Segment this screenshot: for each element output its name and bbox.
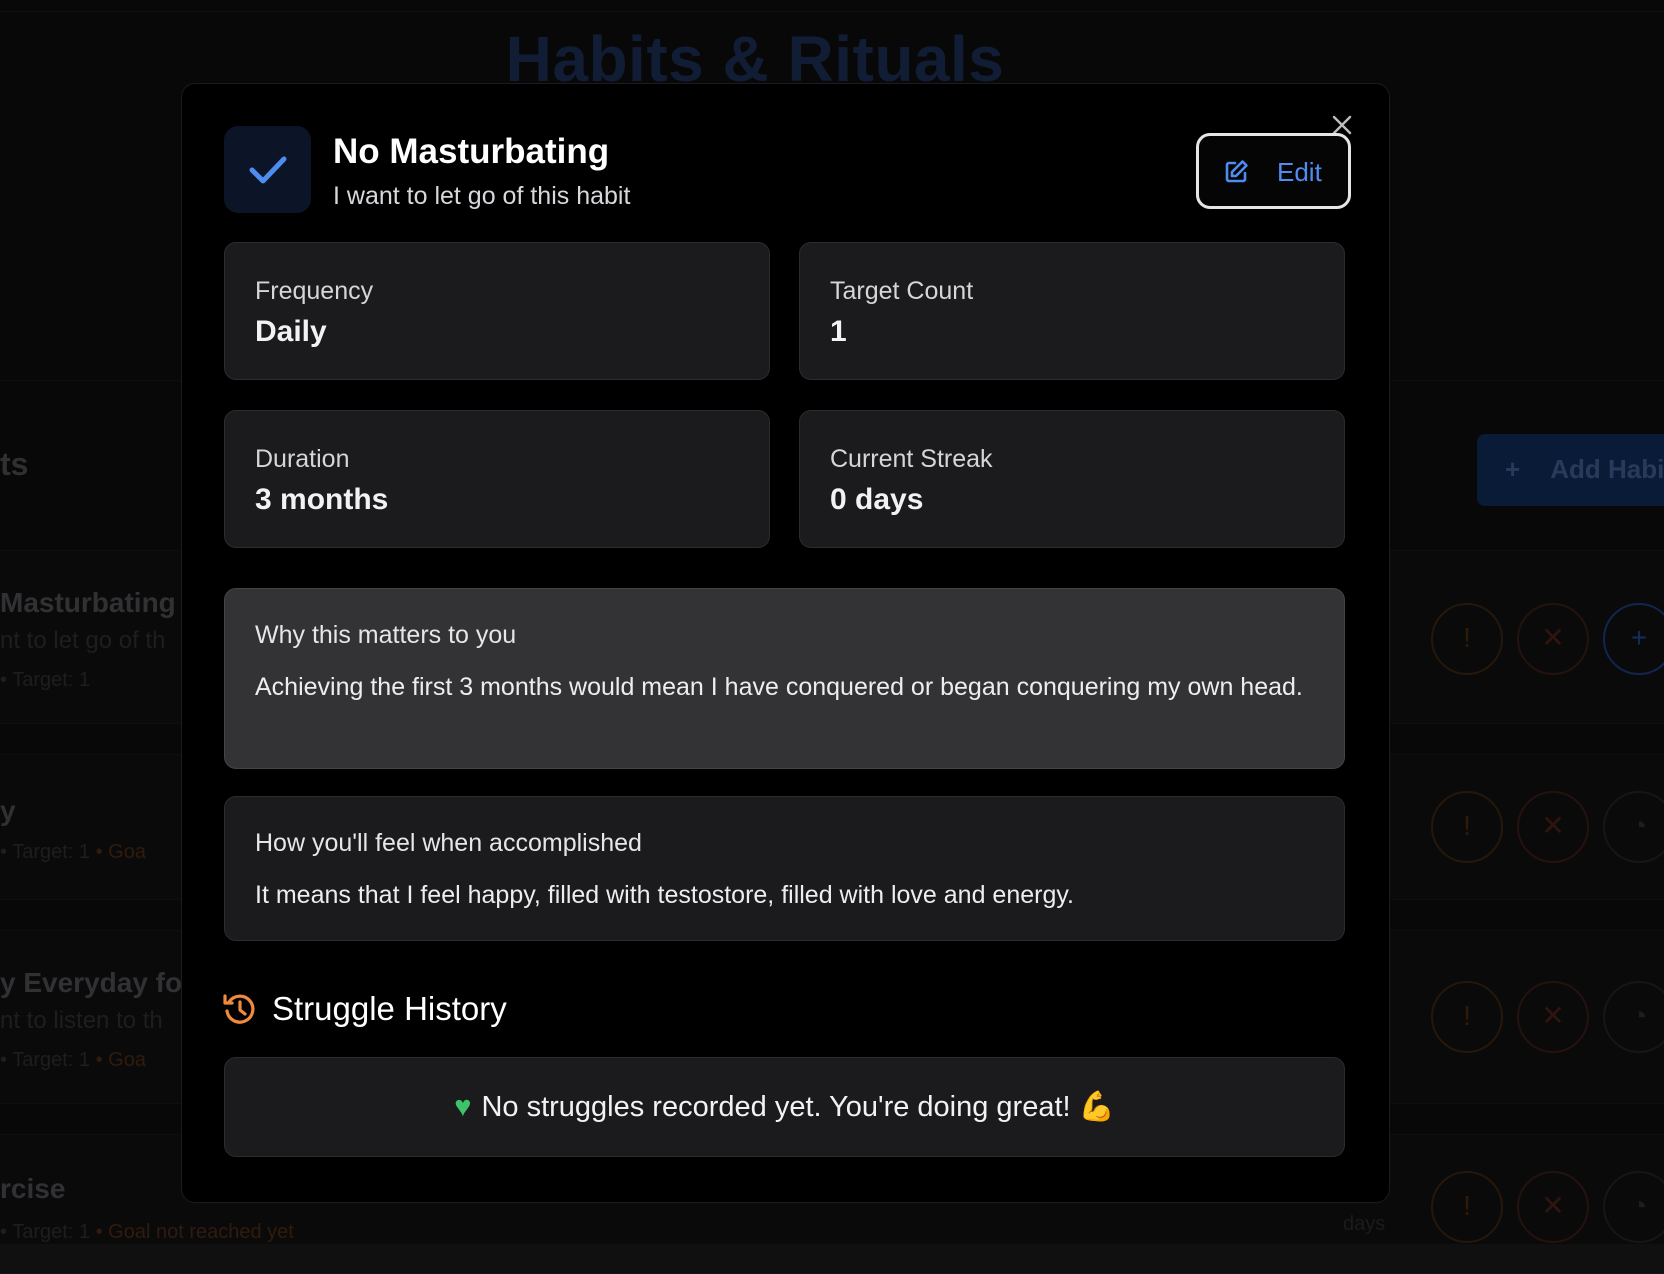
current-streak-label: Current Streak bbox=[830, 445, 993, 473]
accomplished-feeling-box: How you'll feel when accomplished It mea… bbox=[224, 796, 1345, 941]
edit-button[interactable]: Edit bbox=[1196, 133, 1351, 209]
struggle-empty-state: ♥ No struggles recorded yet. You're doing… bbox=[224, 1057, 1345, 1157]
heart-icon: ♥ bbox=[454, 1091, 472, 1123]
habit-check-icon bbox=[224, 126, 311, 213]
frequency-card: Frequency Daily bbox=[224, 242, 770, 380]
why-matters-text: Achieving the first 3 months would mean … bbox=[255, 673, 1303, 701]
duration-card: Duration 3 months bbox=[224, 410, 770, 548]
habit-title: No Masturbating bbox=[333, 132, 610, 171]
checkmark-icon bbox=[249, 156, 287, 184]
accomplished-feeling-text: It means that I feel happy, filled with … bbox=[255, 881, 1074, 909]
target-count-label: Target Count bbox=[830, 277, 974, 305]
why-matters-box: Why this matters to you Achieving the fi… bbox=[224, 588, 1345, 769]
history-icon bbox=[223, 994, 255, 1024]
edit-label: Edit bbox=[1277, 157, 1322, 187]
frequency-label: Frequency bbox=[255, 277, 374, 305]
target-count-card: Target Count 1 bbox=[799, 242, 1345, 380]
edit-icon bbox=[1225, 160, 1248, 183]
habit-subtitle: I want to let go of this habit bbox=[333, 182, 631, 210]
struggle-empty-message: No struggles recorded yet. You're doing … bbox=[481, 1091, 1115, 1123]
frequency-value: Daily bbox=[255, 315, 327, 348]
duration-label: Duration bbox=[255, 445, 350, 473]
struggle-history-title: Struggle History bbox=[272, 990, 507, 1027]
why-matters-label: Why this matters to you bbox=[255, 621, 517, 649]
target-count-value: 1 bbox=[830, 315, 847, 348]
accomplished-feeling-label: How you'll feel when accomplished bbox=[255, 829, 642, 857]
current-streak-value: 0 days bbox=[830, 483, 924, 516]
current-streak-card: Current Streak 0 days bbox=[799, 410, 1345, 548]
duration-value: 3 months bbox=[255, 483, 389, 516]
